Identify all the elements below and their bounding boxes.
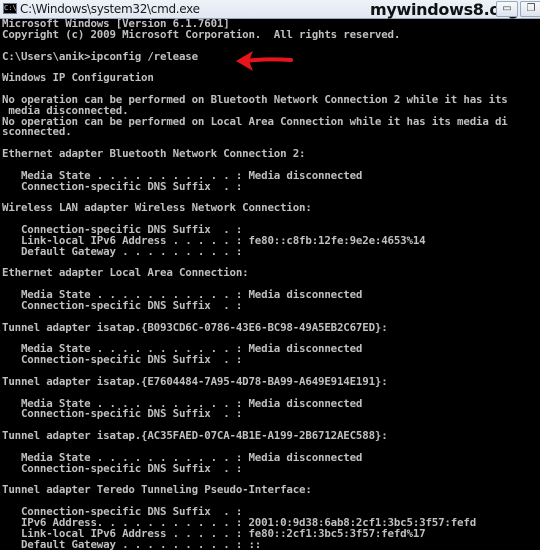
- console-line: Connection-specific DNS Suffix . :: [2, 407, 243, 421]
- title-bar[interactable]: C:\ C:\Windows\system32\cmd.exe mywindow…: [0, 0, 540, 19]
- console-line: Connection-specific DNS Suffix . :: [2, 353, 243, 367]
- console-line: Windows IP Configuration: [2, 71, 154, 85]
- console-line: No operation can be performed on Local A…: [2, 114, 508, 128]
- console-line: Tunnel adapter isatap.{E7604484-7A95-4D7…: [2, 374, 388, 388]
- console-line: Connection-specific DNS Suffix . :: [2, 298, 243, 312]
- console-output[interactable]: Microsoft Windows [Version 6.1.7601] Copy…: [0, 19, 540, 550]
- console-line: Tunnel adapter isatap.{AC35FAED-07CA-4B1…: [2, 429, 388, 443]
- minimize-icon: ▭: [502, 3, 512, 14]
- console-line: Ethernet adapter Local Area Connection:: [2, 266, 249, 280]
- console-line: Default Gateway . . . . . . . . . : ::: [2, 537, 262, 550]
- maximize-button[interactable]: ❐: [520, 1, 540, 17]
- console-line: Tunnel adapter isatap.{B093CD6C-0786-43E…: [2, 320, 388, 334]
- console-line: sconnected.: [2, 125, 72, 139]
- window-title: C:\Windows\system32\cmd.exe: [20, 2, 200, 16]
- console-line: Copyright (c) 2009 Microsoft Corporation…: [2, 27, 401, 41]
- cmd-icon[interactable]: C:\: [3, 3, 17, 14]
- maximize-icon: ❐: [526, 3, 536, 14]
- console-line: Connection-specific DNS Suffix . :: [2, 179, 243, 193]
- console-line: Ethernet adapter Bluetooth Network Conne…: [2, 147, 306, 161]
- minimize-button[interactable]: ▭: [496, 1, 518, 17]
- console-line: Tunnel adapter Teredo Tunneling Pseudo-I…: [2, 483, 312, 497]
- arrow-shaft: [243, 57, 293, 63]
- red-arrow-icon: [236, 51, 293, 71]
- console-line: Default Gateway . . . . . . . . . :: [2, 244, 243, 258]
- console-line: Wireless LAN adapter Wireless Network Co…: [2, 201, 312, 215]
- console-line: Connection-specific DNS Suffix . :: [2, 461, 243, 475]
- console-text: Microsoft Windows [Version 6.1.7601] Copy…: [0, 19, 540, 550]
